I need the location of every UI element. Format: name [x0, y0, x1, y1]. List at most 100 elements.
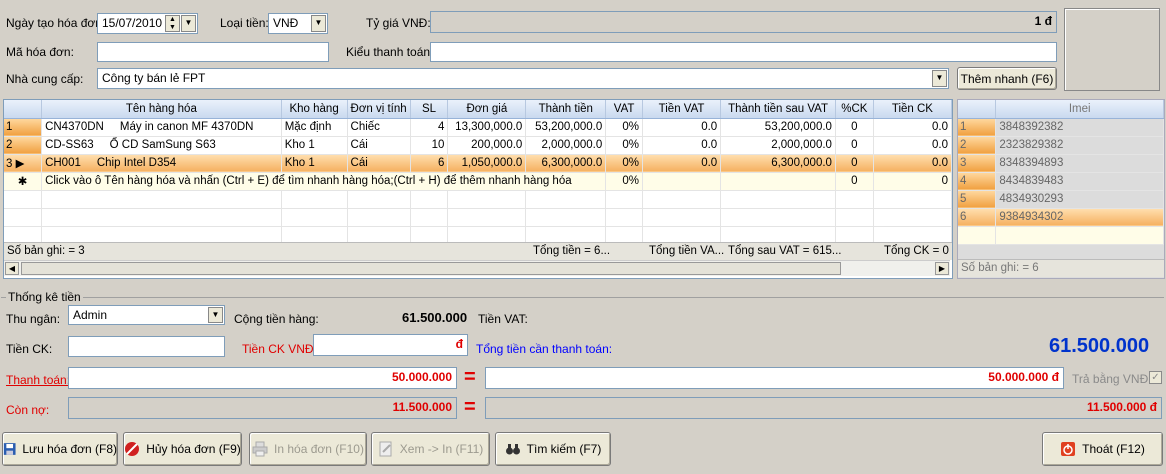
new-row-ck-amount[interactable]: 0: [873, 172, 952, 191]
imei-value[interactable]: 8348394893: [995, 154, 1164, 173]
imei-row[interactable]: 2 2323829382: [958, 136, 1164, 155]
row-number[interactable]: 2: [4, 136, 43, 155]
warehouse-cell[interactable]: Mặc định: [281, 118, 348, 137]
col-header-vat[interactable]: VAT: [605, 100, 643, 119]
unit-cell[interactable]: Cái: [347, 154, 411, 173]
after-vat-cell[interactable]: 53,200,000.0: [720, 118, 836, 137]
date-spin-icon[interactable]: ▲ ▼: [165, 15, 180, 32]
amount-cell[interactable]: 2,000,000.0: [525, 136, 607, 155]
new-row[interactable]: ✱ Click vào ô Tên hàng hóa và nhấn (Ctrl…: [4, 172, 952, 191]
row-number[interactable]: 1: [4, 118, 43, 137]
col-header-ck-amount[interactable]: Tiền CK: [873, 100, 952, 119]
ck-field[interactable]: [68, 336, 225, 357]
col-header-unit[interactable]: Đơn vị tính: [347, 100, 411, 119]
ck-pct-cell[interactable]: 0: [835, 154, 874, 173]
imei-row[interactable]: 5 4834930293: [958, 190, 1164, 209]
imei-col-header[interactable]: Imei: [995, 100, 1164, 119]
after-vat-cell[interactable]: 6,300,000.0: [720, 154, 836, 173]
scroll-left-icon[interactable]: ◀: [5, 262, 19, 275]
price-cell[interactable]: 13,300,000.0: [447, 118, 527, 137]
table-row[interactable]: 1 CN4370DN Máy in canon MF 4370DN Mặc đị…: [4, 118, 952, 137]
imei-value[interactable]: 9384934302: [995, 208, 1164, 227]
items-grid[interactable]: Tên hàng hóa Kho hàng Đơn vị tính SL Đơn…: [3, 99, 953, 279]
imei-row-number[interactable]: 5: [958, 190, 997, 209]
qty-cell[interactable]: 4: [410, 118, 449, 137]
search-button[interactable]: Tìm kiếm (F7): [495, 432, 611, 466]
chevron-down-icon[interactable]: ▼: [208, 307, 223, 323]
unit-cell[interactable]: Cái: [347, 136, 411, 155]
table-row[interactable]: 2 CD-SS63 Ổ CD SamSung S63 Kho 1 Cái 10 …: [4, 136, 952, 155]
preview-print-button[interactable]: Xem -> In (F11): [371, 432, 490, 466]
vat-cell[interactable]: 0%: [605, 118, 643, 137]
table-row-selected[interactable]: 3 ▶ CH001 Chip Intel D354 Kho 1 Cái 6 1,…: [4, 154, 952, 173]
col-header-after-vat[interactable]: Thành tiền sau VAT: [720, 100, 836, 119]
price-cell[interactable]: 200,000.0: [447, 136, 527, 155]
print-invoice-button[interactable]: In hóa đơn (F10): [249, 432, 367, 466]
col-header-ck-pct[interactable]: %CK: [835, 100, 874, 119]
imei-row-number[interactable]: 3: [958, 154, 997, 173]
vat-cell[interactable]: 0%: [605, 136, 643, 155]
unit-cell[interactable]: Chiếc: [347, 118, 411, 137]
price-cell[interactable]: 1,050,000.0: [447, 154, 527, 173]
chevron-down-icon[interactable]: ▼: [932, 70, 947, 87]
imei-row[interactable]: 4 8434839483: [958, 172, 1164, 191]
col-header-warehouse[interactable]: Kho hàng: [281, 100, 348, 119]
new-row-hint[interactable]: Click vào ô Tên hàng hóa và nhấn (Ctrl +…: [41, 172, 607, 191]
imei-value[interactable]: 3848392382: [995, 118, 1164, 137]
new-row-after-vat[interactable]: [720, 172, 836, 191]
imei-new-row[interactable]: [958, 226, 1164, 245]
imei-row[interactable]: 3 8348394893: [958, 154, 1164, 173]
col-header-qty[interactable]: SL: [410, 100, 449, 119]
vat-amount-cell[interactable]: 0.0: [642, 136, 722, 155]
pay-in-vnd-checkbox[interactable]: ✓: [1149, 371, 1162, 384]
invoice-date-picker[interactable]: 15/07/2010 ▲ ▼ ▼: [97, 13, 198, 34]
vat-cell[interactable]: 0%: [605, 154, 643, 173]
qty-cell[interactable]: 10: [410, 136, 449, 155]
ck-amount-cell[interactable]: 0.0: [873, 118, 952, 137]
imei-row-number[interactable]: 1: [958, 118, 997, 137]
ck-pct-cell[interactable]: 0: [835, 136, 874, 155]
quick-add-button[interactable]: Thêm nhanh (F6): [957, 67, 1057, 90]
warehouse-cell[interactable]: Kho 1: [281, 136, 348, 155]
imei-row-number[interactable]: 2: [958, 136, 997, 155]
supplier-select[interactable]: Công ty bán lẻ FPT ▼: [97, 68, 949, 89]
amount-cell[interactable]: 53,200,000.0: [525, 118, 607, 137]
col-header-amount[interactable]: Thành tiền: [525, 100, 607, 119]
item-name-cell[interactable]: CN4370DN Máy in canon MF 4370DN: [41, 118, 282, 137]
cancel-invoice-button[interactable]: Hủy hóa đơn (F9): [123, 432, 242, 466]
new-row-ck-pct[interactable]: 0: [835, 172, 874, 191]
imei-row-number[interactable]: 6: [958, 208, 997, 227]
col-header-price[interactable]: Đơn giá: [447, 100, 527, 119]
scroll-right-icon[interactable]: ▶: [935, 262, 949, 275]
exit-button[interactable]: Thoát (F12): [1042, 432, 1163, 466]
payment-field[interactable]: 50.000.000: [68, 367, 457, 389]
imei-new-value[interactable]: [995, 226, 1164, 245]
vat-amount-cell[interactable]: 0.0: [642, 118, 722, 137]
ck-amount-cell[interactable]: 0.0: [873, 136, 952, 155]
new-row-vat-amount[interactable]: [642, 172, 722, 191]
imei-value[interactable]: 8434839483: [995, 172, 1164, 191]
ck-pct-cell[interactable]: 0: [835, 118, 874, 137]
imei-value[interactable]: 2323829382: [995, 136, 1164, 155]
after-vat-cell[interactable]: 2,000,000.0: [720, 136, 836, 155]
imei-row-number[interactable]: 4: [958, 172, 997, 191]
warehouse-cell[interactable]: Kho 1: [281, 154, 348, 173]
invoice-code-field[interactable]: [97, 42, 329, 62]
imei-row[interactable]: 1 3848392382: [958, 118, 1164, 137]
cashier-select[interactable]: Admin ▼: [68, 305, 225, 325]
col-header-name[interactable]: Tên hàng hóa: [41, 100, 282, 119]
item-name-cell[interactable]: CD-SS63 Ổ CD SamSung S63: [41, 136, 282, 155]
row-number[interactable]: 3 ▶: [4, 154, 43, 173]
scroll-thumb[interactable]: [21, 262, 841, 275]
new-row-vat[interactable]: 0%: [605, 172, 643, 191]
chevron-down-icon[interactable]: ▼: [311, 15, 326, 32]
imei-row-selected[interactable]: 6 9384934302: [958, 208, 1164, 227]
ck-amount-cell[interactable]: 0.0: [873, 154, 952, 173]
imei-value[interactable]: 4834930293: [995, 190, 1164, 209]
vat-amount-cell[interactable]: 0.0: [642, 154, 722, 173]
col-header-vat-amount[interactable]: Tiền VAT: [642, 100, 722, 119]
imei-grid[interactable]: Imei 1 3848392382 2 2323829382 3 8348394893…: [957, 99, 1165, 279]
ck-vnd-field[interactable]: đ: [313, 334, 468, 356]
amount-cell[interactable]: 6,300,000.0: [525, 154, 607, 173]
qty-cell[interactable]: 6: [410, 154, 449, 173]
